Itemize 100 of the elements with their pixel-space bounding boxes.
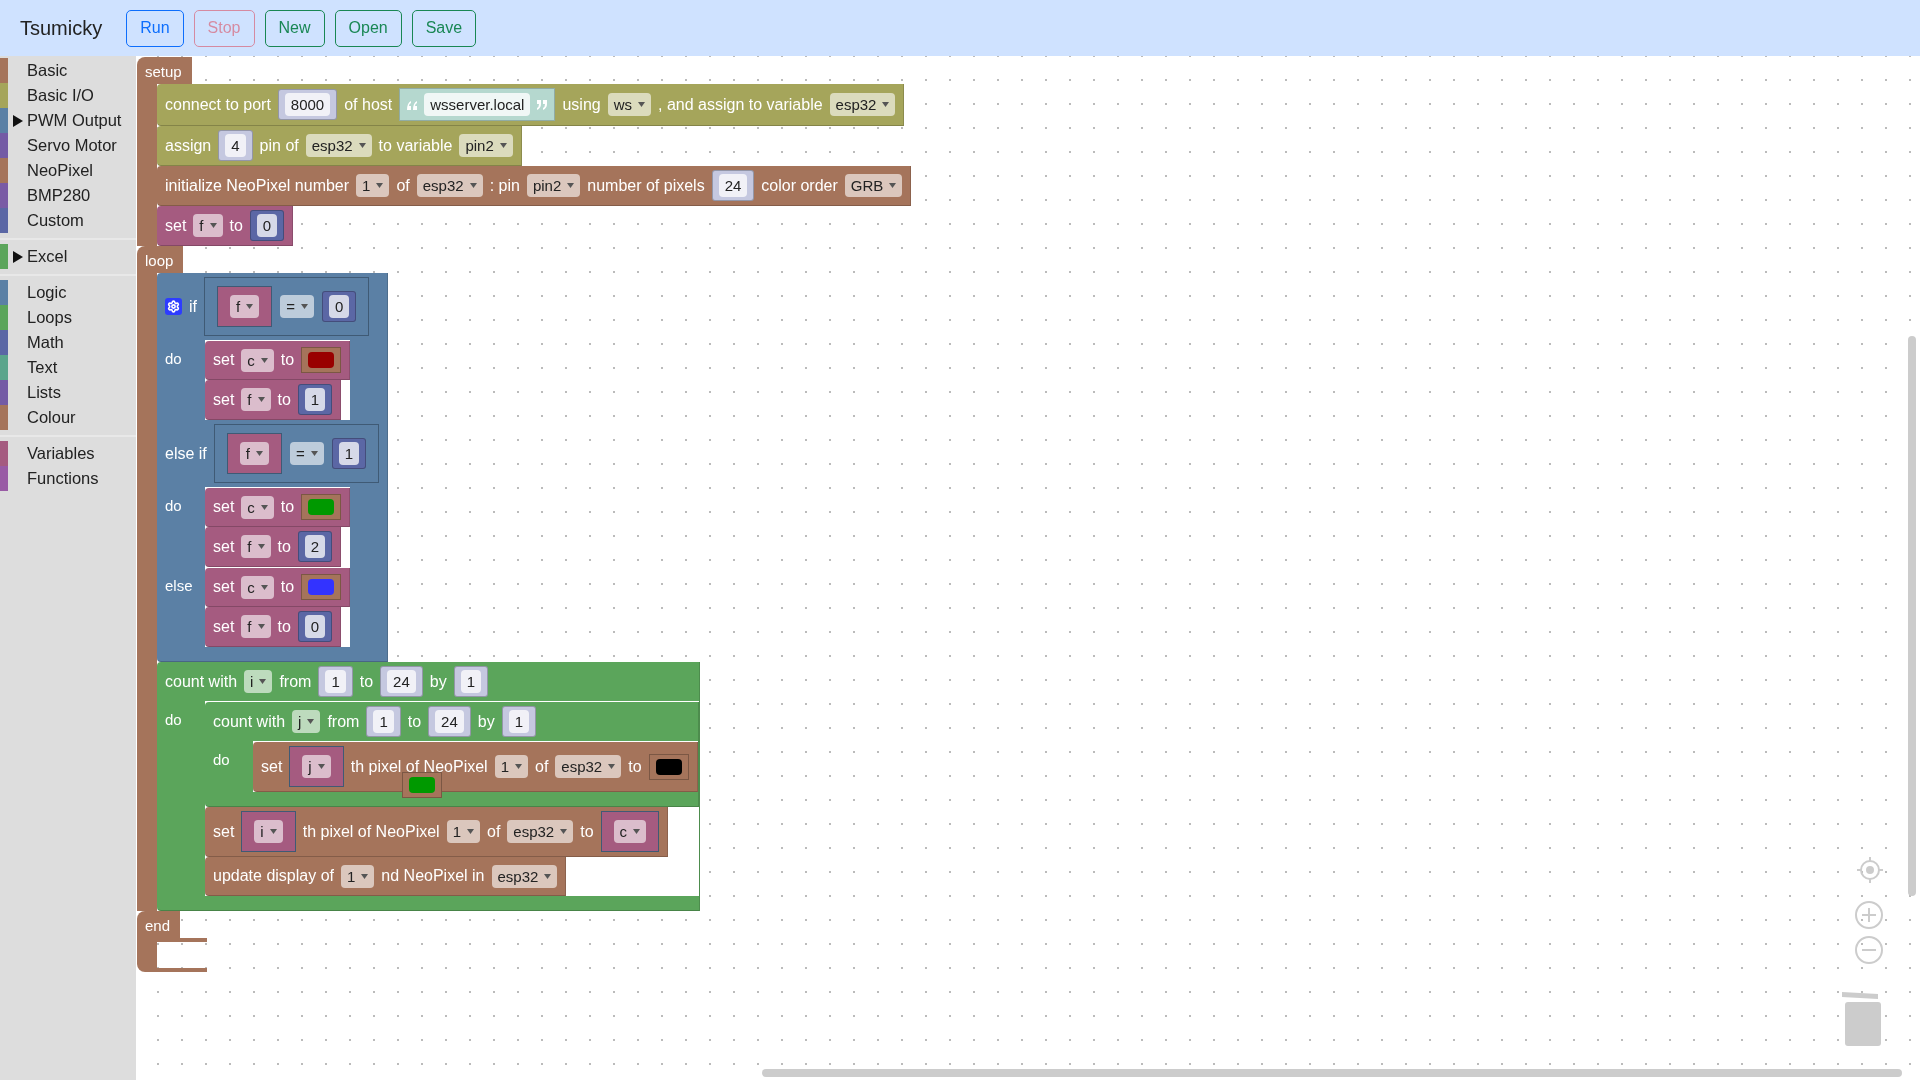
toolbar-button[interactable]: Open <box>334 9 402 47</box>
block-dropdown[interactable]: c <box>241 348 274 372</box>
recenter-icon[interactable] <box>1856 856 1884 884</box>
gear-icon[interactable] <box>165 298 182 315</box>
caret-icon <box>260 584 268 590</box>
block-dropdown[interactable]: pin2 <box>459 134 513 157</box>
block-dropdown[interactable]: = <box>289 442 324 465</box>
block-dropdown[interactable]: GRB <box>844 174 903 197</box>
caret-icon <box>467 829 474 834</box>
caret-icon <box>567 183 575 188</box>
block-dropdown[interactable]: j <box>292 710 321 733</box>
caret-icon <box>638 102 646 107</box>
block-dropdown[interactable]: f <box>241 615 271 638</box>
block-dropdown[interactable]: i <box>254 820 283 843</box>
colour-swatch[interactable] <box>308 352 335 368</box>
block-label: from <box>279 672 312 691</box>
block-label: count with <box>213 712 286 731</box>
number-field[interactable]: 1 <box>338 442 360 465</box>
colour-swatch[interactable] <box>409 777 435 793</box>
block-label: set <box>213 617 235 636</box>
caret-icon <box>544 873 552 879</box>
block-dropdown[interactable]: j <box>302 755 331 778</box>
zoom-in-icon[interactable] <box>1854 900 1884 930</box>
block-label: of <box>535 757 549 776</box>
section-label: setup <box>137 57 192 84</box>
colour-swatch[interactable] <box>308 579 335 595</box>
number-field[interactable]: 1 <box>304 388 326 411</box>
number-field[interactable]: 1 <box>508 710 529 733</box>
block-label: color order <box>761 176 838 195</box>
number-field[interactable]: 2 <box>304 535 326 558</box>
block-dropdown[interactable]: 1 <box>494 755 528 778</box>
colour-swatch[interactable] <box>655 758 682 775</box>
caret-icon <box>257 544 265 549</box>
block-label: else if <box>165 444 207 463</box>
block-dropdown[interactable]: f <box>239 442 269 465</box>
block-label: set <box>261 757 283 776</box>
caret-icon <box>499 143 507 148</box>
block-label: set <box>213 537 235 556</box>
block-dropdown[interactable]: esp32 <box>829 93 896 116</box>
block-dropdown[interactable]: 1 <box>341 864 375 888</box>
block-dropdown[interactable]: pin2 <box>526 174 581 197</box>
block-dropdown[interactable]: f <box>241 535 271 558</box>
block-dropdown[interactable]: 1 <box>446 820 480 843</box>
quote-icon <box>406 99 419 110</box>
number-field[interactable]: 24 <box>718 174 748 197</box>
block-label: , and assign to variable <box>658 95 823 114</box>
vertical-scrollbar[interactable] <box>1908 336 1916 896</box>
block-dropdown[interactable]: c <box>241 495 274 519</box>
block-label: set <box>213 578 235 596</box>
number-field[interactable]: 4 <box>225 134 246 157</box>
section-label: loop <box>137 246 184 273</box>
block-label: of host <box>344 95 393 114</box>
caret-icon <box>889 183 897 188</box>
block-label: of <box>487 822 501 841</box>
block-dropdown[interactable]: c <box>613 820 647 843</box>
colour-swatch[interactable] <box>308 499 335 515</box>
horizontal-scrollbar[interactable] <box>762 1069 1902 1077</box>
block-label: to <box>277 390 291 409</box>
block-dropdown[interactable]: i <box>244 670 273 693</box>
caret-icon <box>515 764 522 769</box>
caret-icon <box>209 223 217 228</box>
text-field[interactable]: wsserver.local <box>424 93 531 116</box>
block-label: to <box>229 216 243 235</box>
block-label: of <box>396 176 410 195</box>
block-dropdown[interactable]: f <box>193 214 223 237</box>
number-field[interactable]: 0 <box>256 214 278 237</box>
number-field[interactable]: 1 <box>460 670 481 693</box>
number-field[interactable]: 24 <box>435 710 464 733</box>
block-dropdown[interactable]: esp32 <box>491 864 558 888</box>
number-field[interactable]: 1 <box>325 670 346 693</box>
number-field[interactable]: 0 <box>304 615 326 638</box>
number-field[interactable]: 24 <box>387 670 416 693</box>
block-dropdown[interactable]: 1 <box>356 174 390 197</box>
block-label: to <box>280 498 295 516</box>
caret-icon <box>269 829 277 834</box>
block-label: : pin <box>489 176 520 195</box>
caret-icon <box>608 764 616 769</box>
block-dropdown[interactable]: esp32 <box>305 134 372 157</box>
block-dropdown[interactable]: esp32 <box>416 174 483 197</box>
number-field[interactable]: 1 <box>373 710 394 733</box>
toolbar-button[interactable]: Save <box>411 9 477 47</box>
caret-icon <box>358 143 366 148</box>
block-label: to variable <box>378 136 453 155</box>
expand-arrow-icon[interactable] <box>12 250 23 263</box>
block-dropdown[interactable]: ws <box>607 93 652 116</box>
block-label: to <box>359 672 374 691</box>
block-dropdown[interactable]: c <box>241 575 274 599</box>
block-dropdown[interactable]: f <box>230 295 260 318</box>
block-dropdown[interactable]: esp32 <box>555 755 622 778</box>
number-field[interactable]: 0 <box>328 295 350 318</box>
zoom-out-icon[interactable] <box>1854 935 1884 965</box>
number-field[interactable]: 8000 <box>284 93 331 116</box>
block-dropdown[interactable]: f <box>241 388 271 411</box>
expand-arrow-icon[interactable] <box>12 114 23 127</box>
block-label: nd NeoPixel in <box>381 867 485 885</box>
block-dropdown[interactable]: esp32 <box>507 820 574 843</box>
block-label: count with <box>165 672 238 691</box>
block-label: connect to port <box>165 95 271 114</box>
block-dropdown[interactable]: = <box>280 295 314 318</box>
caret-icon <box>300 304 308 309</box>
